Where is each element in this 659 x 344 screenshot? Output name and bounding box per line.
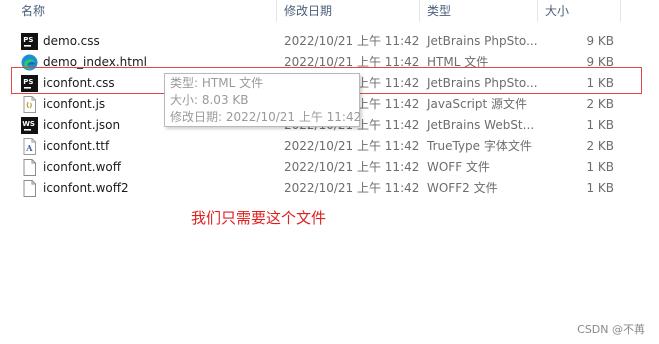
file-name: iconfont.js bbox=[43, 97, 106, 111]
column-header-size[interactable]: 大小 bbox=[545, 0, 569, 22]
tooltip-size-line: 大小: 8.03 KB bbox=[170, 93, 249, 107]
file-type: JetBrains WebSt... bbox=[427, 118, 535, 132]
svg-text:PS: PS bbox=[23, 36, 33, 44]
file-name: iconfont.woff2 bbox=[43, 181, 129, 195]
file-name: iconfont.json bbox=[43, 118, 121, 132]
sort-caret-icon: ⌃ bbox=[143, 0, 151, 4]
watermark: CSDN @不苒 bbox=[577, 323, 645, 336]
file-type: JavaScript 源文件 bbox=[427, 97, 527, 111]
file-date: 2022/10/21 上午 11:42 bbox=[284, 160, 420, 174]
column-divider[interactable] bbox=[276, 0, 277, 22]
file-row[interactable]: iconfont.woff2 2022/10/21 上午 11:42 WOFF2… bbox=[0, 178, 659, 199]
file-type: JetBrains PhpSto... bbox=[427, 34, 538, 48]
column-divider[interactable] bbox=[620, 0, 621, 22]
font-file-icon: A bbox=[23, 138, 36, 155]
file-row[interactable]: PS demo.css 2022/10/21 上午 11:42 JetBrain… bbox=[0, 31, 659, 52]
blank-file-icon bbox=[23, 180, 36, 197]
file-date: 2022/10/21 上午 11:42 bbox=[284, 139, 420, 153]
file-size: 2 KB bbox=[586, 139, 614, 153]
column-header-name[interactable]: 名称 bbox=[21, 0, 45, 22]
webstorm-icon: WS bbox=[21, 117, 38, 134]
file-size: 2 KB bbox=[586, 97, 614, 111]
file-size: 1 KB bbox=[586, 181, 614, 195]
javascript-file-icon bbox=[23, 96, 36, 113]
file-info-tooltip: 类型: HTML 文件 大小: 8.03 KB 修改日期: 2022/10/21… bbox=[164, 73, 362, 127]
file-row[interactable]: iconfont.woff 2022/10/21 上午 11:42 WOFF 文… bbox=[0, 157, 659, 178]
file-date: 2022/10/21 上午 11:42 bbox=[284, 34, 420, 48]
tooltip-type-line: 类型: HTML 文件 bbox=[170, 76, 264, 90]
column-divider[interactable] bbox=[537, 0, 538, 22]
file-type: TrueType 字体文件 bbox=[427, 139, 532, 153]
svg-text:A: A bbox=[25, 143, 33, 153]
file-type: WOFF2 文件 bbox=[427, 181, 498, 195]
svg-text:WS: WS bbox=[22, 120, 35, 128]
phpstorm-icon: PS bbox=[21, 33, 38, 50]
column-header-type[interactable]: 类型 bbox=[427, 0, 451, 22]
blank-file-icon bbox=[23, 159, 36, 176]
file-row[interactable]: A iconfont.ttf 2022/10/21 上午 11:42 TrueT… bbox=[0, 136, 659, 157]
file-name: iconfont.woff bbox=[43, 160, 121, 174]
file-date: 2022/10/21 上午 11:42 bbox=[284, 181, 420, 195]
tooltip-date-line: 修改日期: 2022/10/21 上午 11:42 bbox=[170, 110, 362, 124]
file-size: 1 KB bbox=[586, 160, 614, 174]
file-name: demo.css bbox=[43, 34, 100, 48]
file-size: 9 KB bbox=[586, 34, 614, 48]
column-header: 名称 ⌃ 修改日期 类型 大小 bbox=[0, 0, 659, 22]
annotation-note: 我们只需要这个文件 bbox=[191, 209, 327, 227]
column-divider[interactable] bbox=[419, 0, 420, 22]
file-type: WOFF 文件 bbox=[427, 160, 490, 174]
column-header-date[interactable]: 修改日期 bbox=[284, 0, 332, 22]
file-name: iconfont.ttf bbox=[43, 139, 110, 153]
file-size: 1 KB bbox=[586, 118, 614, 132]
